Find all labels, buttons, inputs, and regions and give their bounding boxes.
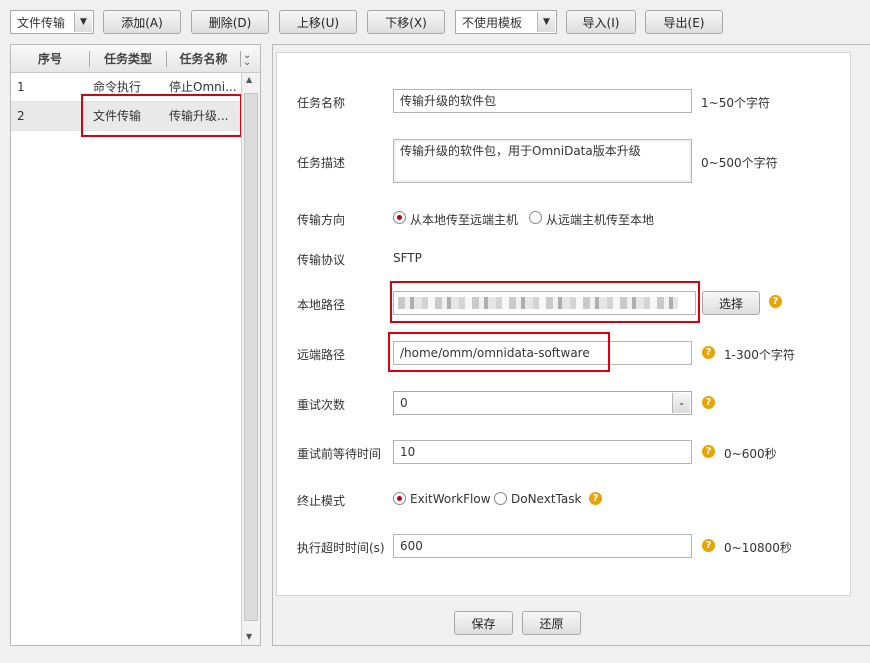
- question-mark-icon[interactable]: ?: [702, 396, 715, 409]
- task-name-label: 任务名称: [297, 96, 346, 110]
- chevron-down-icon[interactable]: ▼: [537, 12, 555, 32]
- stop-mode-next-radio[interactable]: [494, 492, 507, 505]
- question-mark-icon[interactable]: ?: [702, 346, 715, 359]
- direction-option-2[interactable]: 从远端主机传至本地: [546, 211, 654, 228]
- chevron-down-icon[interactable]: ⌄: [672, 393, 690, 413]
- question-mark-icon[interactable]: ?: [769, 295, 782, 308]
- timeout-label: 执行超时时间(s): [297, 541, 385, 555]
- choose-button[interactable]: 选择: [702, 291, 760, 315]
- scrollbar-thumb[interactable]: [244, 93, 258, 621]
- retry-count-label: 重试次数: [297, 398, 346, 412]
- task-name-field[interactable]: 传输升级的软件包: [393, 89, 692, 113]
- local-path-label: 本地路径: [297, 298, 346, 312]
- move-down-button[interactable]: 下移(X): [367, 10, 445, 34]
- delete-button[interactable]: 删除(D): [191, 10, 269, 34]
- question-mark-icon[interactable]: ?: [702, 539, 715, 552]
- restore-button[interactable]: 还原: [522, 611, 581, 635]
- retry-count-value: 0: [400, 396, 408, 410]
- column-header-name[interactable]: 任务名称: [167, 45, 240, 73]
- row-index: 2: [17, 109, 25, 123]
- task-type-select[interactable]: 文件传输 ▼: [10, 10, 94, 34]
- import-button[interactable]: 导入(I): [566, 10, 636, 34]
- task-detail-panel: 任务名称 传输升级的软件包 1~50个字符 任务描述 传输升级的软件包，用于Om…: [272, 44, 870, 646]
- stop-mode-exit-radio[interactable]: [393, 492, 406, 505]
- question-mark-icon[interactable]: ?: [702, 445, 715, 458]
- task-list-scrollbar[interactable]: ▲ ▼: [241, 73, 260, 645]
- highlight-box: [388, 332, 610, 372]
- scroll-down-icon[interactable]: ▼: [246, 632, 252, 641]
- retry-count-select[interactable]: 0 ⌄: [393, 391, 692, 415]
- protocol-value: SFTP: [393, 251, 422, 265]
- stop-mode-option-1[interactable]: ExitWorkFlow: [410, 492, 491, 506]
- question-mark-icon[interactable]: ?: [589, 492, 602, 505]
- form-scrollbar[interactable]: [853, 45, 870, 645]
- highlight-box: [390, 281, 700, 323]
- template-select[interactable]: 不使用模板 ▼: [455, 10, 557, 34]
- column-header-index[interactable]: 序号: [11, 45, 89, 73]
- task-list-panel: 序号 任务类型 任务名称 ⌄ ⌄ 1 命令执行 停止Omni... 2 文件传输 …: [10, 44, 261, 646]
- column-divider: [240, 51, 241, 67]
- retry-wait-hint: 0~600秒: [724, 447, 777, 461]
- protocol-label: 传输协议: [297, 253, 346, 267]
- retry-wait-field[interactable]: 10: [393, 440, 692, 464]
- collapse-icon[interactable]: ⌄ ⌄: [243, 51, 251, 68]
- column-header-type[interactable]: 任务类型: [90, 45, 166, 73]
- export-button[interactable]: 导出(E): [645, 10, 723, 34]
- retry-wait-label: 重试前等待时间: [297, 447, 382, 461]
- direction-local-to-remote-radio[interactable]: [393, 211, 406, 224]
- direction-remote-to-local-radio[interactable]: [529, 211, 542, 224]
- task-desc-label: 任务描述: [297, 156, 346, 170]
- remote-path-hint: 1-300个字符: [724, 348, 795, 362]
- direction-label: 传输方向: [297, 213, 346, 227]
- task-table-header: 序号 任务类型 任务名称 ⌄ ⌄: [11, 45, 260, 73]
- task-form: 任务名称 传输升级的软件包 1~50个字符 任务描述 传输升级的软件包，用于Om…: [276, 52, 851, 596]
- task-type-select-value: 文件传输: [17, 15, 66, 30]
- direction-option-1[interactable]: 从本地传至远端主机: [410, 211, 518, 228]
- task-desc-field[interactable]: 传输升级的软件包，用于OmniData版本升级: [393, 139, 692, 183]
- chevron-down-icon[interactable]: ▼: [74, 12, 92, 32]
- timeout-field[interactable]: 600: [393, 534, 692, 558]
- task-name-hint: 1~50个字符: [701, 96, 770, 110]
- save-button[interactable]: 保存: [454, 611, 513, 635]
- timeout-hint: 0~10800秒: [724, 541, 792, 555]
- template-select-value: 不使用模板: [462, 15, 523, 30]
- scroll-up-icon[interactable]: ▲: [246, 75, 252, 84]
- add-button[interactable]: 添加(A): [103, 10, 181, 34]
- task-desc-hint: 0~500个字符: [701, 156, 778, 170]
- stop-mode-label: 终止模式: [297, 494, 346, 508]
- move-up-button[interactable]: 上移(U): [279, 10, 357, 34]
- highlight-box: [81, 94, 242, 137]
- row-index: 1: [17, 80, 25, 94]
- stop-mode-option-2[interactable]: DoNextTask: [511, 492, 581, 506]
- remote-path-label: 远端路径: [297, 348, 346, 362]
